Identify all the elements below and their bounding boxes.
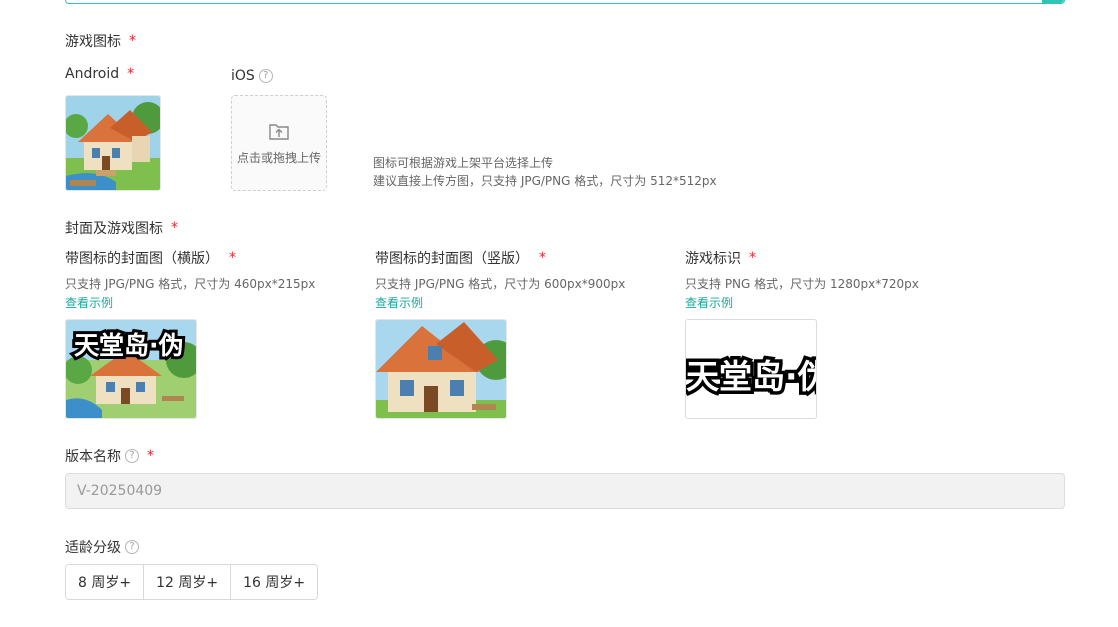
required-mark: * <box>539 250 546 266</box>
cover-section-label: 封面及游戏图标 * <box>65 220 178 237</box>
game-logo-label: 游戏标识 * <box>685 250 756 267</box>
top-input-dropdown-toggle[interactable] <box>1042 0 1064 3</box>
help-icon[interactable]: ? <box>125 449 139 463</box>
ios-icon-upload[interactable]: 点击或拖拽上传 <box>231 95 327 191</box>
landscape-example-link[interactable]: 查看示例 <box>65 294 113 311</box>
required-mark: * <box>147 448 154 464</box>
age-option-12[interactable]: 12 周岁+ <box>143 565 231 599</box>
help-icon[interactable]: ? <box>125 540 139 554</box>
portrait-example-link[interactable]: 查看示例 <box>375 294 423 311</box>
game-logo-hint: 只支持 PNG 格式，尺寸为 1280px*720px <box>685 277 919 291</box>
age-option-8[interactable]: 8 周岁+ <box>66 565 144 599</box>
portrait-cover-hint: 只支持 JPG/PNG 格式，尺寸为 600px*900px <box>375 277 626 291</box>
portrait-cover-label: 带图标的封面图（竖版） * <box>375 250 546 267</box>
icon-hint-line1: 图标可根据游戏上架平台选择上传 <box>373 156 554 170</box>
ios-label: iOS ? <box>231 68 273 84</box>
house-illustration-icon <box>66 96 160 190</box>
required-mark: * <box>129 33 136 49</box>
help-icon[interactable]: ? <box>258 69 273 83</box>
portrait-scene-icon <box>376 320 506 418</box>
game-icon-section-label: 游戏图标 * <box>65 33 136 50</box>
android-label: Android * <box>65 66 135 82</box>
landscape-cover-label: 带图标的封面图（横版） * <box>65 250 236 267</box>
version-name-input[interactable]: V-20250409 <box>65 473 1065 509</box>
logo-text-image: 天堂岛·伪 <box>686 354 817 400</box>
upload-text: 点击或拖拽上传 <box>236 150 321 165</box>
age-rating-label: 适龄分级 ? <box>65 537 139 557</box>
upload-folder-icon <box>269 123 289 140</box>
android-icon-thumbnail[interactable] <box>65 95 161 191</box>
logo-example-link[interactable]: 查看示例 <box>685 294 733 311</box>
version-name-value: V-20250409 <box>77 483 163 499</box>
required-mark: * <box>749 250 756 266</box>
game-logo-thumbnail[interactable]: 天堂岛·伪 <box>685 319 817 419</box>
landscape-cover-thumbnail[interactable]: 天堂岛·伪 <box>65 319 197 419</box>
age-rating-selector: 8 周岁+ 12 周岁+ 16 周岁+ <box>65 564 319 600</box>
top-input-field[interactable] <box>65 0 1065 4</box>
version-name-label: 版本名称 ? * <box>65 448 154 465</box>
required-mark: * <box>171 220 178 236</box>
landscape-title-overlay: 天堂岛·伪 <box>71 328 186 363</box>
age-option-16[interactable]: 16 周岁+ <box>230 565 318 599</box>
portrait-cover-thumbnail[interactable] <box>375 319 507 419</box>
required-mark: * <box>127 66 135 82</box>
icon-hint-line2: 建议直接上传方图，只支持 JPG/PNG 格式，尺寸为 512*512px <box>373 174 717 188</box>
required-mark: * <box>229 250 236 266</box>
landscape-cover-hint: 只支持 JPG/PNG 格式，尺寸为 460px*215px <box>65 277 316 291</box>
